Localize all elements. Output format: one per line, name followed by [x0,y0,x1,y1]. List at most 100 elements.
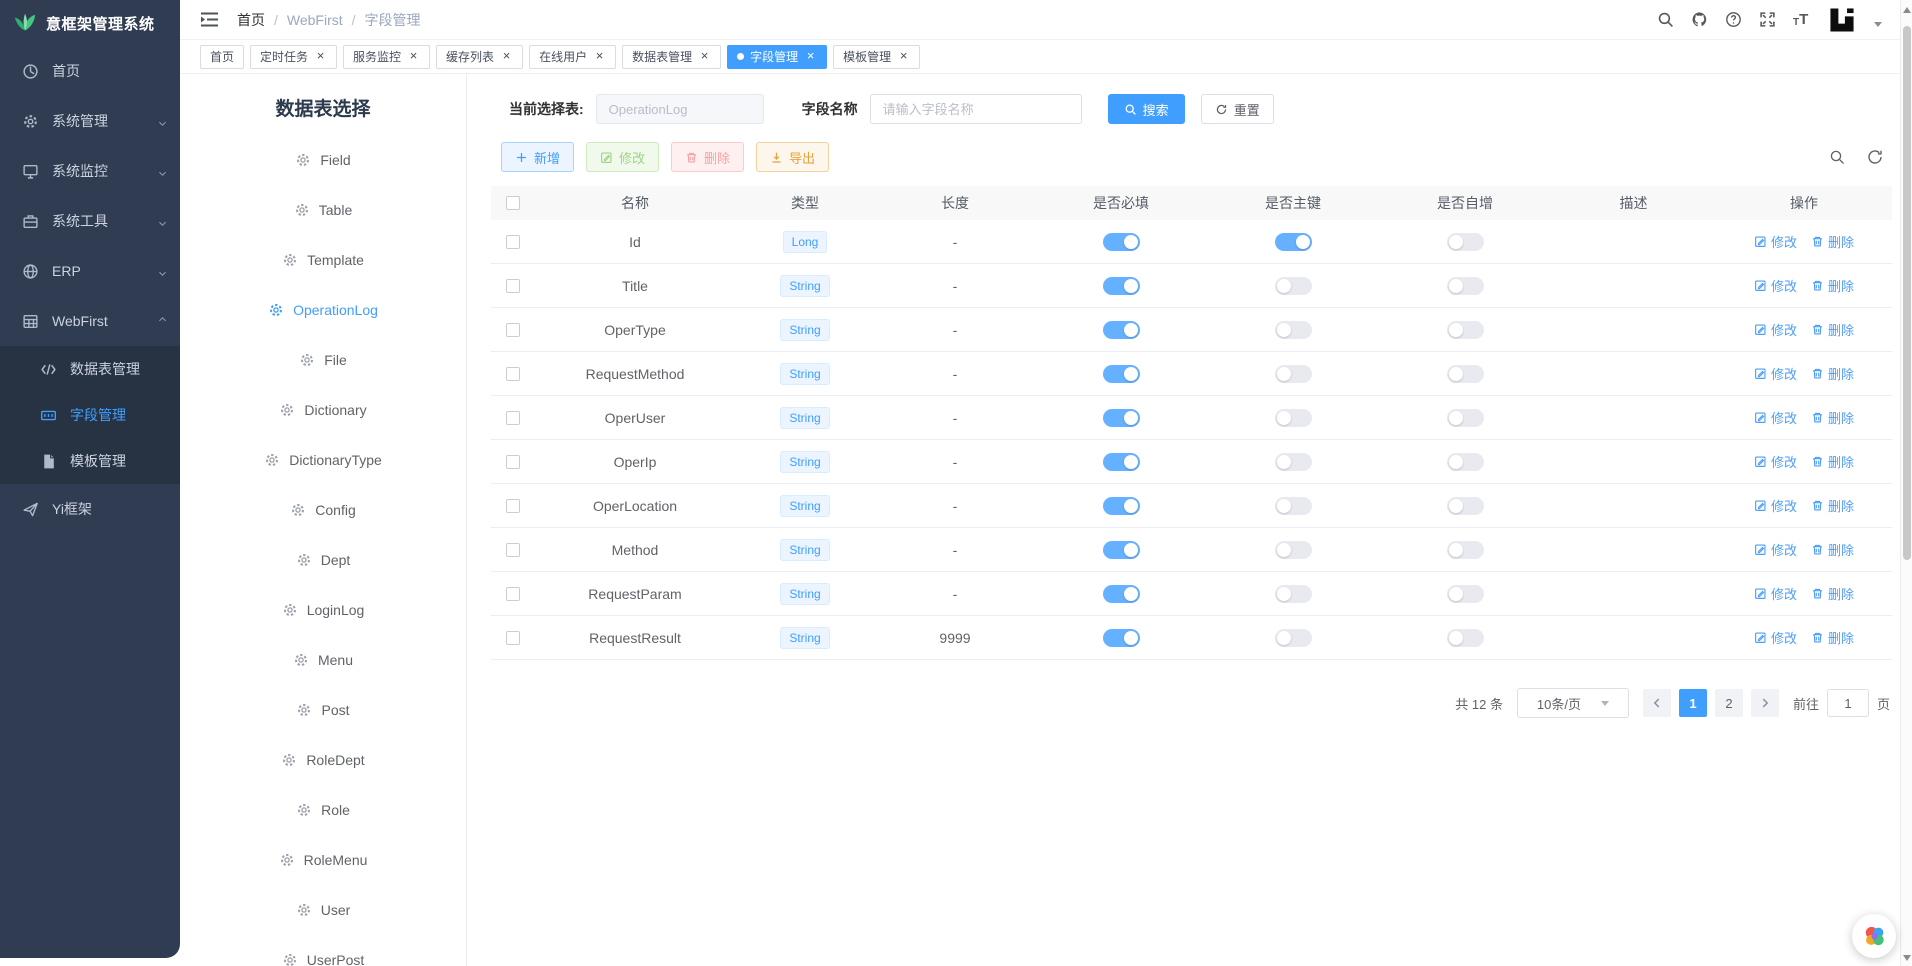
row-checkbox[interactable] [506,499,520,513]
tree-node-template[interactable]: Template [180,235,466,285]
select-all-checkbox[interactable] [506,196,520,210]
delete-row-button[interactable]: 删除 [1811,320,1854,339]
tab-home[interactable]: 首页 [200,45,244,69]
primary-key-toggle[interactable] [1275,585,1312,603]
row-checkbox[interactable] [506,279,520,293]
window-scrollbar[interactable] [1900,0,1912,966]
delete-row-button[interactable]: 删除 [1811,452,1854,471]
edit-row-button[interactable]: 修改 [1754,364,1797,383]
add-button[interactable]: 新增 [501,142,574,172]
tree-node-dictionarytype[interactable]: DictionaryType [180,435,466,485]
edit-row-button[interactable]: 修改 [1754,584,1797,603]
primary-key-toggle[interactable] [1275,321,1312,339]
close-icon[interactable]: × [314,50,327,63]
required-toggle[interactable] [1103,541,1140,559]
row-checkbox[interactable] [506,455,520,469]
row-checkbox[interactable] [506,323,520,337]
goto-page-input[interactable] [1827,689,1869,717]
ai-assistant-button[interactable] [1852,914,1896,958]
edit-row-button[interactable]: 修改 [1754,628,1797,647]
circle-search-icon[interactable] [1828,148,1846,166]
required-toggle[interactable] [1103,497,1140,515]
tree-node-config[interactable]: Config [180,485,466,535]
field-name-input[interactable] [870,94,1082,124]
row-checkbox[interactable] [506,367,520,381]
row-checkbox[interactable] [506,235,520,249]
tab-datatable-manage[interactable]: 数据表管理 × [622,45,721,69]
row-checkbox[interactable] [506,411,520,425]
primary-key-toggle[interactable] [1275,277,1312,295]
delete-button[interactable]: 删除 [671,142,744,172]
reset-button[interactable]: 重置 [1201,94,1274,124]
close-icon[interactable]: × [407,50,420,63]
search-button[interactable]: 搜索 [1108,94,1185,124]
edit-row-button[interactable]: 修改 [1754,540,1797,559]
sidebar-item-template-manage[interactable]: 模板管理 [0,438,180,484]
page-size-select[interactable]: 10条/页 [1517,688,1629,718]
delete-row-button[interactable]: 删除 [1811,628,1854,647]
auto-increment-toggle[interactable] [1447,233,1484,251]
auto-increment-toggle[interactable] [1447,409,1484,427]
tab-cache-list[interactable]: 缓存列表 × [436,45,523,69]
row-checkbox[interactable] [506,543,520,557]
sidebar-item-yi-framework[interactable]: Yi框架 [0,484,180,534]
help-icon[interactable] [1725,11,1742,28]
sidebar-item-datatable-manage[interactable]: 数据表管理 [0,346,180,392]
auto-increment-toggle[interactable] [1447,453,1484,471]
github-icon[interactable] [1691,11,1708,28]
primary-key-toggle[interactable] [1275,497,1312,515]
primary-key-toggle[interactable] [1275,233,1312,251]
tree-node-file[interactable]: File [180,335,466,385]
search-icon[interactable] [1657,11,1674,28]
tree-node-operationlog[interactable]: OperationLog [180,285,466,335]
primary-key-toggle[interactable] [1275,453,1312,471]
delete-row-button[interactable]: 删除 [1811,276,1854,295]
primary-key-toggle[interactable] [1275,629,1312,647]
close-icon[interactable]: × [897,50,910,63]
close-icon[interactable]: × [500,50,513,63]
delete-row-button[interactable]: 删除 [1811,540,1854,559]
avatar-logo[interactable] [1827,7,1857,33]
auto-increment-toggle[interactable] [1447,497,1484,515]
edit-row-button[interactable]: 修改 [1754,408,1797,427]
edit-row-button[interactable]: 修改 [1754,452,1797,471]
tree-node-menu[interactable]: Menu [180,635,466,685]
user-menu-caret-icon[interactable] [1874,22,1882,27]
tree-node-field[interactable]: Field [180,135,466,185]
sidebar-item-field-manage[interactable]: 字段管理 [0,392,180,438]
tree-node-role[interactable]: Role [180,785,466,835]
tree-node-rolemenu[interactable]: RoleMenu [180,835,466,885]
prev-page-button[interactable] [1643,689,1671,717]
page-button-2[interactable]: 2 [1715,689,1743,717]
tree-node-table[interactable]: Table [180,185,466,235]
tree-node-roledept[interactable]: RoleDept [180,735,466,785]
delete-row-button[interactable]: 删除 [1811,232,1854,251]
fontsize-icon[interactable]: TT [1793,11,1810,28]
primary-key-toggle[interactable] [1275,409,1312,427]
tree-node-post[interactable]: Post [180,685,466,735]
auto-increment-toggle[interactable] [1447,321,1484,339]
tab-field-manage[interactable]: 字段管理 × [727,45,827,69]
required-toggle[interactable] [1103,629,1140,647]
row-checkbox[interactable] [506,631,520,645]
auto-increment-toggle[interactable] [1447,585,1484,603]
edit-button[interactable]: 修改 [586,142,659,172]
primary-key-toggle[interactable] [1275,365,1312,383]
delete-row-button[interactable]: 删除 [1811,408,1854,427]
auto-increment-toggle[interactable] [1447,541,1484,559]
edit-row-button[interactable]: 修改 [1754,496,1797,515]
required-toggle[interactable] [1103,277,1140,295]
sidebar-item-home[interactable]: 首页 [0,46,180,96]
tab-service-monitor[interactable]: 服务监控 × [343,45,430,69]
export-button[interactable]: 导出 [756,142,829,172]
auto-increment-toggle[interactable] [1447,277,1484,295]
tree-node-user[interactable]: User [180,885,466,935]
edit-row-button[interactable]: 修改 [1754,232,1797,251]
tab-template-manage[interactable]: 模板管理 × [833,45,920,69]
scrollbar-thumb[interactable] [1903,26,1911,560]
required-toggle[interactable] [1103,233,1140,251]
sidebar-item-system-monitor[interactable]: 系统监控 [0,146,180,196]
scroll-up-icon[interactable] [1903,7,1911,13]
tree-node-dept[interactable]: Dept [180,535,466,585]
close-icon[interactable]: × [698,50,711,63]
